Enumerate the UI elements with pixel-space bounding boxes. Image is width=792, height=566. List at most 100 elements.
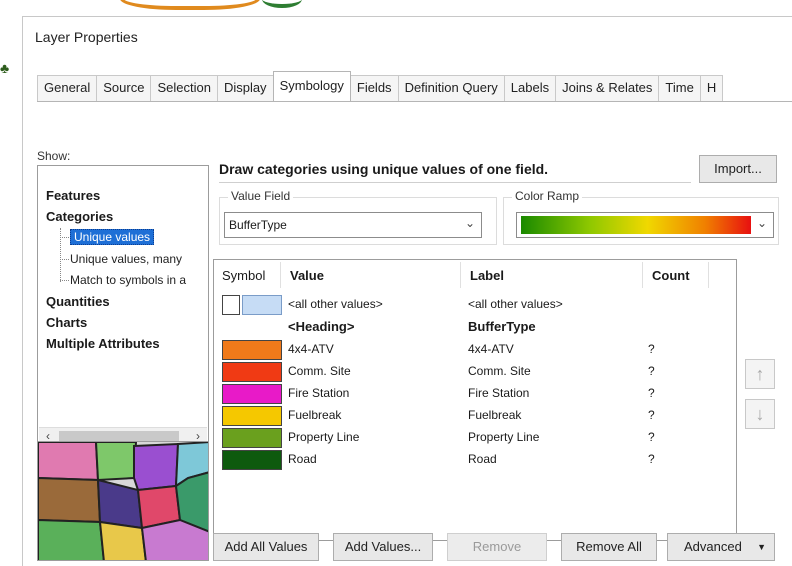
- table-row[interactable]: Fuelbreak Fuelbreak ?: [214, 405, 736, 427]
- tree-item-features[interactable]: Features: [46, 188, 100, 203]
- value-field-selected: BufferType: [229, 218, 287, 232]
- tab-labels[interactable]: Labels: [503, 75, 557, 101]
- symbol-swatch[interactable]: [222, 362, 282, 382]
- column-divider: [708, 262, 709, 288]
- table-row[interactable]: Comm. Site Comm. Site ?: [214, 361, 736, 383]
- symbol-values-table: Symbol Value Label Count <all other valu…: [213, 259, 737, 541]
- table-row-other-values[interactable]: <all other values> <all other values>: [214, 294, 736, 316]
- row-count: ?: [648, 342, 655, 356]
- row-label: <all other values>: [468, 297, 563, 311]
- map-symbol-icon: ♣: [0, 60, 10, 76]
- tree-item-match-to-symbols[interactable]: Match to symbols in a: [70, 273, 186, 287]
- tab-strip-baseline: [37, 101, 792, 102]
- color-ramp-group: Color Ramp ⌄: [503, 189, 779, 245]
- renderer-tree[interactable]: Features Categories Unique values Unique…: [37, 165, 209, 447]
- remove-button[interactable]: Remove: [447, 533, 547, 561]
- tab-time[interactable]: Time: [658, 75, 701, 101]
- arrow-down-icon[interactable]: ↓: [745, 399, 775, 429]
- symbol-swatch[interactable]: [222, 428, 282, 448]
- symbol-swatch[interactable]: [242, 295, 282, 315]
- tab-html-popup[interactable]: H: [699, 75, 724, 101]
- table-row-heading[interactable]: <Heading> BufferType: [214, 316, 736, 338]
- row-value: Comm. Site: [288, 364, 351, 378]
- tree-connector: [60, 280, 69, 281]
- row-label: Road: [468, 452, 497, 466]
- color-ramp-select[interactable]: ⌄: [516, 212, 774, 238]
- remove-all-button[interactable]: Remove All: [561, 533, 657, 561]
- other-values-checkbox[interactable]: [222, 295, 240, 315]
- tab-display[interactable]: Display: [216, 75, 274, 101]
- chevron-down-icon: ⌄: [464, 216, 475, 230]
- row-count: ?: [648, 452, 655, 466]
- value-field-label: Value Field: [228, 189, 294, 203]
- row-label: Fire Station: [468, 386, 530, 400]
- column-header-label[interactable]: Label: [470, 268, 504, 283]
- tab-strip: General Source Selection Display Symbolo…: [37, 71, 724, 101]
- tree-item-unique-values[interactable]: Unique values: [70, 229, 155, 245]
- advanced-button[interactable]: Advanced ▼: [667, 533, 775, 561]
- row-label: BufferType: [468, 319, 536, 334]
- row-value: Fuelbreak: [288, 408, 342, 422]
- advanced-label: Advanced: [684, 539, 742, 554]
- tree-connector: [60, 237, 69, 238]
- dialog-title: Layer Properties: [35, 29, 138, 45]
- column-divider: [460, 262, 461, 288]
- map-feature-orange: [120, 0, 260, 10]
- row-count: ?: [648, 430, 655, 444]
- symbol-swatch[interactable]: [222, 384, 282, 404]
- add-all-values-button[interactable]: Add All Values: [213, 533, 319, 561]
- add-values-button[interactable]: Add Values...: [333, 533, 433, 561]
- table-row[interactable]: Road Road ?: [214, 449, 736, 471]
- row-value: <Heading>: [288, 319, 355, 334]
- row-count: ?: [648, 386, 655, 400]
- table-row[interactable]: Property Line Property Line ?: [214, 427, 736, 449]
- tree-item-charts[interactable]: Charts: [46, 315, 87, 330]
- tab-joins-relates[interactable]: Joins & Relates: [555, 75, 660, 101]
- tab-general[interactable]: General: [37, 75, 98, 101]
- tab-fields[interactable]: Fields: [349, 75, 399, 101]
- import-button[interactable]: Import...: [699, 155, 777, 183]
- map-feature-green: [262, 0, 302, 8]
- table-row[interactable]: 4x4-ATV 4x4-ATV ?: [214, 339, 736, 361]
- tab-source[interactable]: Source: [96, 75, 152, 101]
- row-value: Road: [288, 452, 317, 466]
- column-divider: [642, 262, 643, 288]
- tree-item-categories[interactable]: Categories: [46, 209, 113, 224]
- column-header-value[interactable]: Value: [290, 268, 324, 283]
- row-count: ?: [648, 408, 655, 422]
- tree-item-quantities[interactable]: Quantities: [46, 294, 110, 309]
- tree-connector: [60, 259, 69, 260]
- value-field-select[interactable]: BufferType ⌄: [224, 212, 482, 238]
- symbol-swatch[interactable]: [222, 450, 282, 470]
- table-header: Symbol Value Label Count: [214, 260, 736, 290]
- symbol-swatch[interactable]: [222, 340, 282, 360]
- row-label: Comm. Site: [468, 364, 531, 378]
- renderer-description: Draw categories using unique values of o…: [219, 153, 691, 183]
- color-ramp-label: Color Ramp: [512, 189, 583, 203]
- value-field-group: Value Field BufferType ⌄: [219, 189, 497, 245]
- row-value: 4x4-ATV: [288, 342, 334, 356]
- tab-definition-query[interactable]: Definition Query: [397, 75, 505, 101]
- chevron-down-icon: ▼: [757, 542, 766, 552]
- tab-selection[interactable]: Selection: [150, 75, 218, 101]
- row-label: 4x4-ATV: [468, 342, 514, 356]
- preview-map-image: [38, 442, 208, 560]
- tree-item-multiple-attributes[interactable]: Multiple Attributes: [46, 336, 160, 351]
- tab-symbology[interactable]: Symbology: [272, 71, 351, 101]
- symbol-swatch[interactable]: [222, 406, 282, 426]
- show-label: Show:: [37, 149, 71, 163]
- row-value: Fire Station: [288, 386, 350, 400]
- color-ramp-swatch: [521, 216, 751, 234]
- row-label: Fuelbreak: [468, 408, 522, 422]
- tree-item-unique-values-many[interactable]: Unique values, many: [70, 252, 182, 266]
- column-header-count[interactable]: Count: [652, 268, 690, 283]
- table-row[interactable]: Fire Station Fire Station ?: [214, 383, 736, 405]
- arrow-up-icon[interactable]: ↑: [745, 359, 775, 389]
- layer-properties-dialog: Layer Properties General Source Selectio…: [22, 16, 792, 566]
- column-header-symbol[interactable]: Symbol: [222, 268, 265, 283]
- column-divider: [280, 262, 281, 288]
- chevron-down-icon: ⌄: [756, 216, 767, 230]
- row-count: ?: [648, 364, 655, 378]
- row-label: Property Line: [468, 430, 540, 444]
- renderer-preview-map: [37, 441, 209, 561]
